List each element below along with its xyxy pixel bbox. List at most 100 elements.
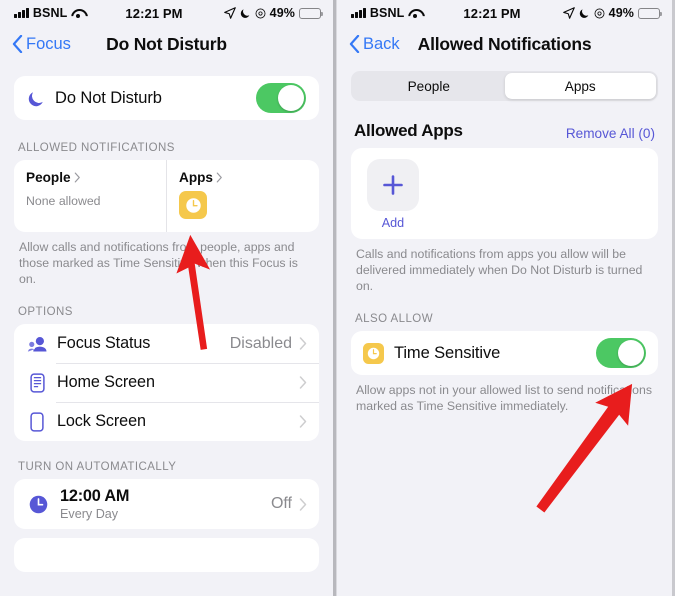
apps-column[interactable]: Apps [166,160,319,232]
people-apps-split: People None allowed Apps [14,160,319,232]
add-app-label[interactable]: Add [367,216,419,230]
nav-bar-left: Focus Do Not Disturb [0,26,333,62]
time-sensitive-label: Time Sensitive [394,343,501,362]
chevron-right-icon [74,172,80,183]
home-screen-glyph [29,372,45,393]
row-focus-status[interactable]: Focus Status Disabled [14,324,319,363]
plus-icon [383,175,403,195]
status-bar-clock: 12:21 PM [125,5,183,21]
dnd-label: Do Not Disturb [55,88,162,107]
battery-percent-label: 49% [608,6,634,20]
allowed-apps-card: Add [351,148,658,239]
back-button-focus[interactable]: Focus [12,35,71,54]
tab-people[interactable]: People [353,73,505,99]
status-bar-left-group: BSNL [351,6,421,20]
schedule-repeat: Every Day [60,507,119,521]
schedule-card-partial[interactable] [14,538,319,572]
left-phone-screen: BSNL 12:21 PM 49% Focus Do Not Disturb D… [0,0,336,596]
battery-percent-label: 49% [269,6,295,20]
chevron-right-icon [299,415,307,428]
apps-title-row: Apps [179,170,307,185]
people-column[interactable]: People None allowed [14,160,166,232]
back-button[interactable]: Back [349,35,400,54]
focus-icon [255,8,266,18]
allowed-notifications-footer: Allow calls and notifications from peopl… [19,240,298,286]
options-card: Focus Status Disabled Home Screen Lock S… [14,324,319,441]
row-label: Focus Status [57,334,151,352]
screenshot-stage: BSNL 12:21 PM 49% Focus Do Not Disturb D… [0,0,675,596]
options-section: OPTIONS Focus Status Disabled Home Scree… [0,306,333,441]
nav-bar-right: Back Allowed Notifications [337,26,672,62]
status-bar-right-group: 49% [562,6,663,20]
segmented-control-wrap: People Apps [337,71,672,101]
battery-icon [638,7,663,19]
allowed-apps-footer: Calls and notifications from apps you al… [356,247,643,293]
lock-screen-glyph [30,411,44,432]
also-allow-section: ALSO ALLOW Time Sensitive Allow apps not… [337,313,672,414]
status-bar-left: BSNL 12:21 PM 49% [0,0,333,26]
chevron-left-icon [349,35,360,53]
clock-app-icon[interactable] [179,191,207,219]
turn-on-automatically-section: TURN ON AUTOMATICALLY 12:00 AM Every Day… [0,461,333,572]
clock-icon [26,494,50,515]
time-sensitive-toggle[interactable] [596,338,646,368]
wifi-icon [71,8,84,19]
status-bar-left-group: BSNL [14,6,84,20]
back-button-label: Back [363,34,400,53]
right-phone-screen: BSNL 12:21 PM 49% Back Allowed Notificat… [336,0,672,596]
back-button-label: Focus [26,34,71,53]
options-header: OPTIONS [18,306,73,318]
remove-all-button[interactable]: Remove All (0) [566,126,655,141]
allowed-notifications-header: ALLOWED NOTIFICATIONS [18,142,175,154]
row-value: Disabled [229,334,292,352]
battery-icon [299,7,324,19]
schedule-state: Off [270,495,292,512]
clock-glyph [367,347,380,359]
clock-glyph [185,197,201,213]
signal-bars-icon [14,8,29,18]
allowed-notifications-card: People None allowed Apps [14,160,319,232]
add-app-button[interactable] [367,159,419,211]
focus-status-icon [26,335,48,353]
row-label: Lock Screen [57,412,146,430]
chevron-right-icon [299,376,307,389]
people-glyph [26,336,46,352]
lock-screen-icon [26,411,48,432]
allowed-notifications-section: ALLOWED NOTIFICATIONS People None allowe… [0,142,333,287]
schedule-text: 12:00 AM Every Day [60,487,271,521]
clock-glyph [29,495,47,513]
people-title-row: People [26,170,154,185]
carrier-label: BSNL [32,6,68,20]
schedule-row[interactable]: 12:00 AM Every Day Off [14,479,319,529]
moon-icon [579,9,588,18]
schedule-time: 12:00 AM [60,487,130,505]
location-arrow-icon [223,7,236,19]
status-bar-right: BSNL 12:21 PM 49% [337,0,672,26]
wifi-icon [408,8,421,19]
segmented-control: People Apps [351,71,658,101]
row-lock-screen[interactable]: Lock Screen [14,402,319,441]
tab-apps[interactable]: Apps [504,73,656,99]
moon-icon [28,91,43,106]
signal-bars-icon [351,8,366,18]
also-allow-header: ALSO ALLOW [355,313,434,325]
row-label: Home Screen [57,373,155,391]
allowed-apps-section: Allowed Apps Remove All (0) Add Calls an… [337,121,672,294]
home-screen-icon [26,372,48,393]
dnd-card-wrap: Do Not Disturb [0,76,333,120]
chevron-left-icon [12,35,23,53]
people-subtitle: None allowed [26,194,101,208]
status-bar-right-group: 49% [223,6,324,20]
dnd-row[interactable]: Do Not Disturb [14,76,319,120]
clock-app-icon [363,342,384,364]
chevron-right-icon [299,337,307,350]
carrier-label: BSNL [369,6,405,20]
apps-title: Apps [179,170,213,185]
time-sensitive-row[interactable]: Time Sensitive [351,331,658,375]
row-home-screen[interactable]: Home Screen [14,363,319,402]
allowed-apps-title: Allowed Apps [354,121,463,140]
dnd-card: Do Not Disturb [14,76,319,120]
location-arrow-icon [562,7,575,19]
dnd-toggle[interactable] [256,83,306,113]
time-sensitive-card: Time Sensitive [351,331,658,375]
